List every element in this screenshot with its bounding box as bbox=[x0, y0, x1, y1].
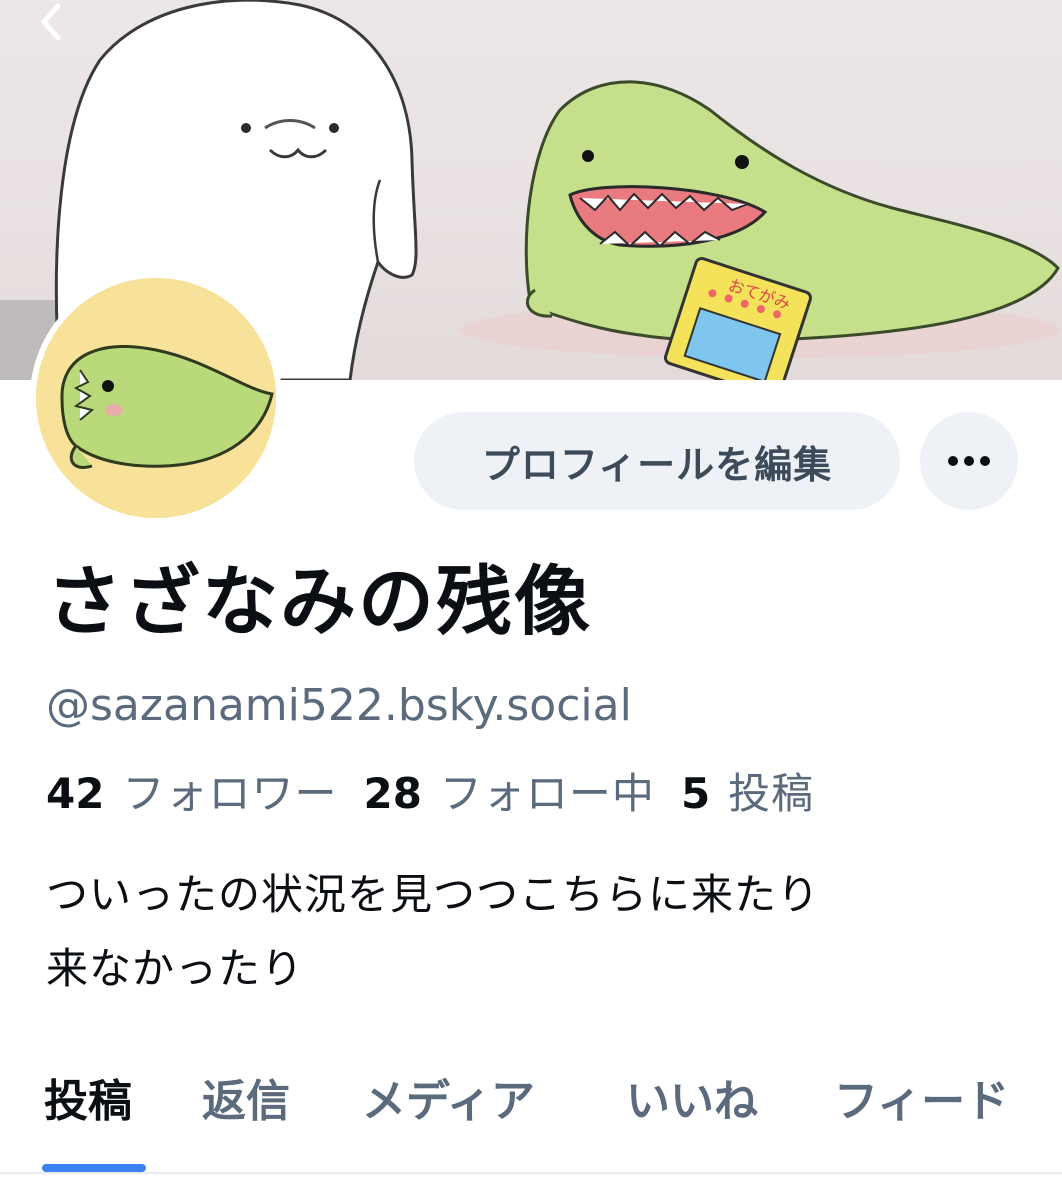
more-options-button[interactable] bbox=[920, 412, 1018, 510]
tab-replies[interactable]: 返信 bbox=[202, 1072, 290, 1132]
avatar-image bbox=[36, 278, 276, 518]
tab-feeds[interactable]: フィード bbox=[834, 1072, 1009, 1132]
active-tab-indicator bbox=[42, 1164, 146, 1172]
following-count: 28 bbox=[363, 769, 422, 818]
followers-link[interactable]: 42 フォロワー bbox=[46, 764, 363, 824]
bio-line: 来なかったり bbox=[46, 944, 305, 993]
followers-count: 42 bbox=[46, 769, 105, 818]
tab-posts[interactable]: 投稿 bbox=[44, 1072, 132, 1132]
posts-count: 5 bbox=[680, 769, 711, 818]
posts-stat: 5 投稿 bbox=[681, 764, 840, 824]
following-label: フォロー中 bbox=[439, 769, 655, 818]
profile-tabs: 投稿 返信 メディア いいね フィード bbox=[0, 1050, 1062, 1174]
chevron-left-icon bbox=[41, 3, 61, 41]
tabs-divider bbox=[0, 1172, 1062, 1174]
profile-bio: ついったの状況を見つつこちらに来たり 来なかったり bbox=[46, 858, 1006, 1006]
profile-stats: 42 フォロワー 28 フォロー中 5 投稿 bbox=[46, 764, 840, 824]
bio-line: ついったの状況を見つつこちらに来たり bbox=[46, 870, 821, 919]
tab-likes[interactable]: いいね bbox=[626, 1072, 758, 1132]
display-name: さざなみの残像 bbox=[46, 557, 592, 646]
back-button[interactable] bbox=[30, 0, 72, 44]
avatar[interactable] bbox=[30, 272, 282, 524]
ellipsis-icon bbox=[948, 456, 990, 466]
posts-label: 投稿 bbox=[728, 769, 815, 818]
edit-profile-button[interactable]: プロフィールを編集 bbox=[414, 412, 900, 510]
followers-label: フォロワー bbox=[122, 769, 338, 818]
tab-media[interactable]: メディア bbox=[362, 1072, 535, 1132]
profile-handle: @sazanami522.bsky.social bbox=[46, 680, 632, 731]
following-link[interactable]: 28 フォロー中 bbox=[363, 764, 680, 824]
